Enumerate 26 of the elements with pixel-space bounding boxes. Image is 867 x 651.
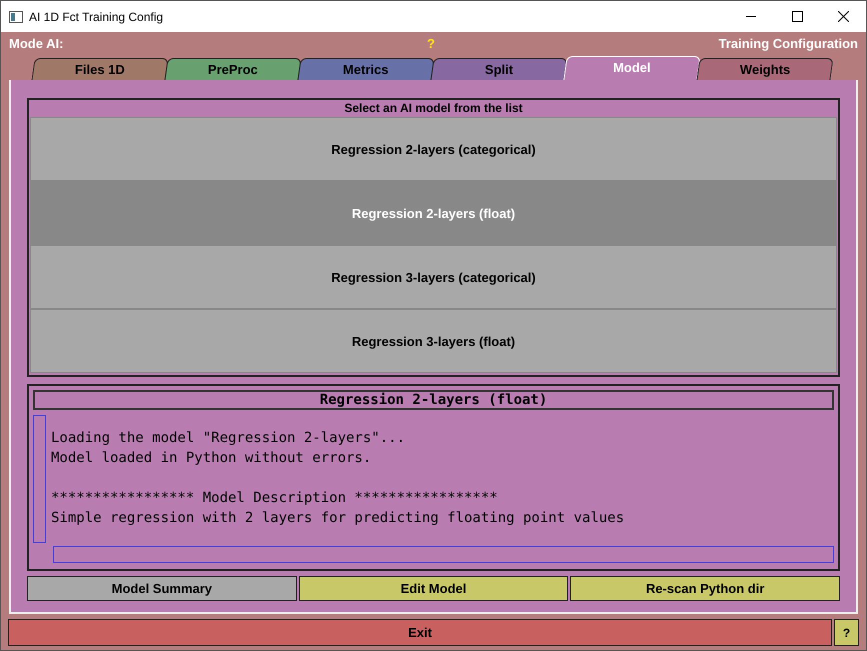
action-button[interactable]: Re-scan Python dir [570, 576, 840, 601]
model-item[interactable]: Regression 3-layers (float) [30, 309, 837, 373]
exit-button[interactable]: Exit [8, 619, 832, 646]
tab[interactable]: Weights [696, 58, 834, 80]
section-title: Training Configuration [718, 36, 858, 50]
scrollbar[interactable] [33, 415, 46, 543]
window-title: AI 1D Fct Training Config [28, 10, 164, 24]
scrollbar[interactable] [53, 546, 834, 563]
model-item[interactable]: Regression 2-layers (float) [30, 181, 837, 245]
help-mark: ? [427, 36, 435, 50]
tab[interactable]: Metrics [297, 58, 435, 80]
maximize-icon[interactable] [792, 11, 802, 22]
tab[interactable]: Split [430, 58, 568, 80]
model-title: Regression 2-layers (float) [33, 390, 834, 410]
action-button[interactable]: Model Summary [27, 576, 297, 601]
help-button[interactable]: ? [834, 619, 859, 646]
mode-label: Mode AI: [9, 36, 64, 50]
log-text: Loading the model "Regression 2-layers"... Model loaded in Python without errors. ***************** Model Description ***************** Simple regression with 2 layers for predicting floating point values [51, 429, 626, 528]
model-item[interactable]: Regression 2-layers (categorical) [30, 117, 837, 181]
tab[interactable]: PreProc [164, 58, 302, 80]
tab[interactable]: Files 1D [31, 58, 169, 80]
list-title: Select an AI model from the list [343, 100, 524, 117]
action-button[interactable]: Edit Model [298, 576, 568, 601]
model-item[interactable]: Regression 3-layers (categorical) [30, 245, 837, 309]
app-icon [9, 10, 23, 22]
close-icon[interactable] [838, 11, 848, 22]
